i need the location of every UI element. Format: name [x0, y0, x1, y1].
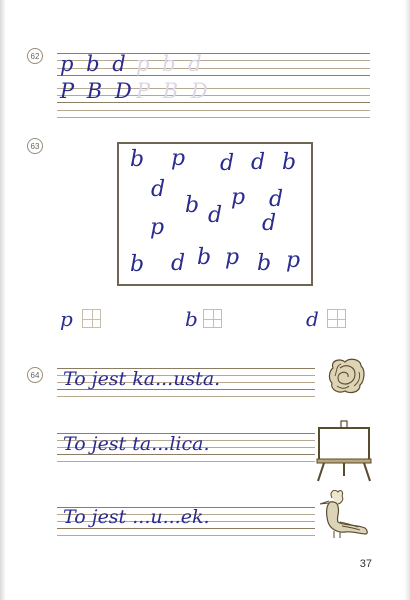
- box-letter: p: [171, 146, 186, 171]
- box-letter: d: [151, 177, 166, 202]
- row2-ghost-letters: P B D: [136, 79, 211, 103]
- easel-board-icon: [316, 420, 372, 482]
- box-letter: b: [197, 245, 212, 270]
- box-letter: b: [130, 147, 145, 172]
- box-letter: b: [130, 252, 145, 277]
- row1-letters: p b d: [60, 52, 129, 76]
- box-letter: d: [251, 150, 266, 175]
- answer-grid-d[interactable]: [327, 309, 346, 328]
- box-letter: d: [171, 251, 186, 276]
- box-letter: b: [185, 193, 200, 218]
- box-letter: p: [150, 215, 165, 240]
- sentence-1: To jest ka...usta.: [63, 368, 221, 390]
- box-letter: d: [208, 203, 223, 228]
- answer-grid-p[interactable]: [82, 309, 101, 328]
- box-letter: b: [257, 251, 272, 276]
- exercise-number-62: 62: [27, 48, 43, 64]
- answer-grid-b[interactable]: [203, 309, 222, 328]
- box-letter: d: [269, 187, 284, 212]
- answer-letter-b: b: [185, 307, 198, 331]
- answer-letter-p: p: [60, 307, 73, 331]
- exercise-number-64: 64: [27, 367, 43, 383]
- exercise-number-63: 63: [27, 138, 43, 154]
- box-letter: b: [282, 150, 297, 175]
- sentence-3: To jest ...u...ek.: [63, 506, 210, 528]
- page-number: 37: [359, 558, 372, 570]
- box-letter: p: [286, 248, 301, 273]
- row2-letters: P B D: [60, 79, 135, 103]
- answer-letter-d: d: [306, 307, 319, 331]
- box-letter: p: [231, 185, 246, 210]
- row1-ghost-letters: p b d: [136, 52, 205, 76]
- box-letter: d: [262, 211, 277, 236]
- hoopoe-bird-icon: [319, 489, 368, 538]
- cabbage-icon: [328, 358, 365, 394]
- box-letter: p: [225, 245, 240, 270]
- box-letter: d: [220, 151, 235, 176]
- letter-box: b p d d b d b p d p d d b d b p b p: [117, 142, 313, 286]
- sentence-2: To jest ta...lica.: [63, 433, 210, 455]
